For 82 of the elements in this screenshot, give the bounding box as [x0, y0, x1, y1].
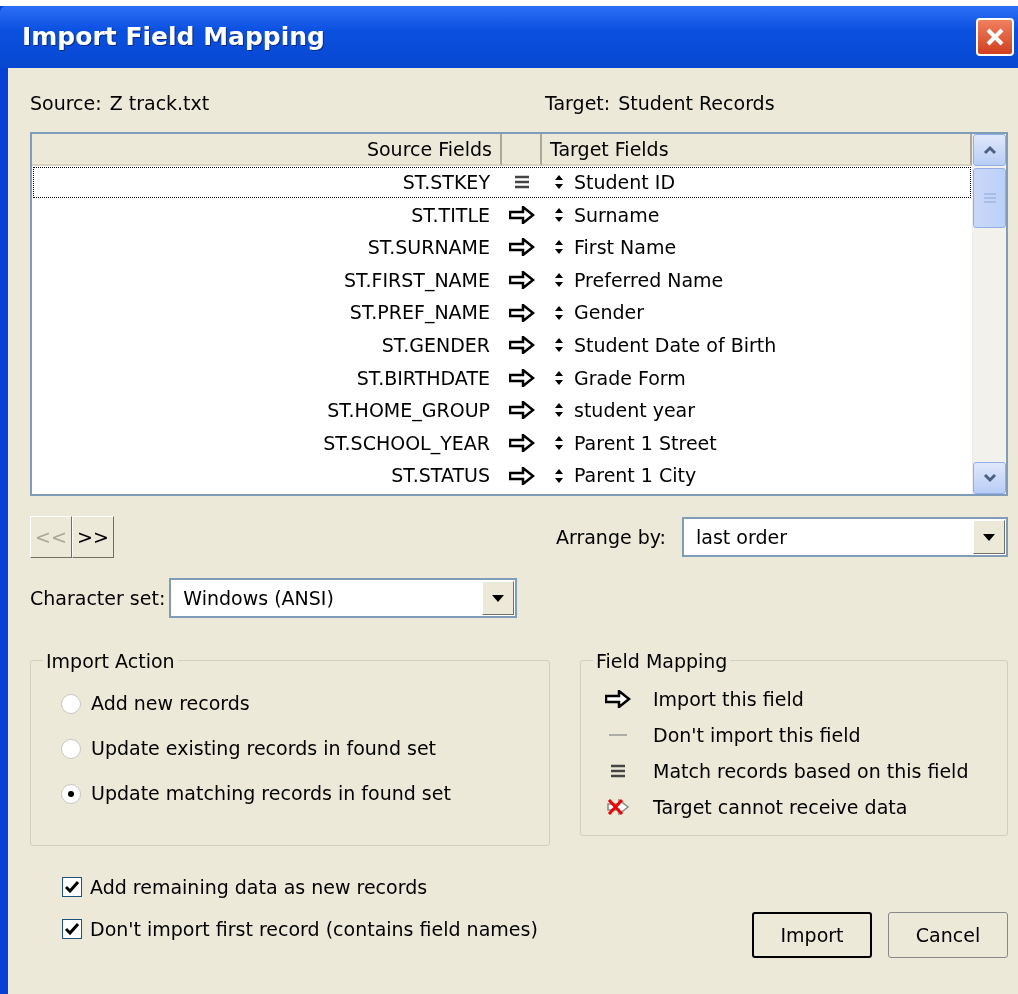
next-button[interactable]: >> [72, 516, 114, 558]
window-title: Import Field Mapping [22, 21, 325, 54]
source-field: ST.BIRTHDATE [32, 363, 502, 393]
option-label: Update matching records in found set [91, 781, 451, 807]
mapping-row[interactable]: ST.HOME_GROUP student year [32, 394, 972, 427]
reorder-handle-icon[interactable] [554, 305, 564, 320]
target-field: Student Date of Birth [574, 331, 777, 360]
source-label: Source: [30, 90, 102, 116]
arrow-icon [509, 303, 535, 322]
target-field: First Name [574, 233, 677, 262]
reorder-handle-icon[interactable] [554, 436, 564, 451]
target-field: Parent 1 Street [574, 428, 717, 458]
reorder-handle-icon[interactable] [554, 370, 564, 385]
reorder-handle-icon[interactable] [554, 240, 564, 255]
source-field: ST.PREF_NAME [32, 298, 502, 327]
legend-label: Don't import this field [653, 722, 861, 748]
scroll-down-button[interactable] [973, 462, 1006, 494]
option-label: Add new records [91, 691, 250, 717]
source-field: ST.FIRST_NAME [32, 265, 502, 295]
cancel-button[interactable]: Cancel [888, 912, 1008, 958]
mapping-row[interactable]: ST.GENDER Student Date of Birth [32, 328, 972, 362]
legend-label: Match records based on this field [653, 758, 969, 784]
arrange-by-dropdown[interactable]: last order [682, 517, 1008, 557]
checkbox-label: Add remaining data as new records [90, 874, 428, 900]
target-field: Student ID [574, 168, 676, 197]
arrow-icon [509, 368, 535, 387]
column-header[interactable]: Target Fields [542, 134, 972, 166]
arrange-by-label: Arrange by: [555, 524, 666, 550]
scrollbar[interactable] [972, 134, 1006, 494]
legend-label: Import this field [653, 686, 804, 712]
reorder-handle-icon[interactable] [554, 403, 564, 418]
scroll-up-button[interactable] [973, 134, 1006, 166]
arrow-icon [509, 271, 535, 290]
source-field: ST.STATUS [32, 461, 502, 490]
arrow-icon [509, 466, 535, 485]
target-field: Preferred Name [574, 265, 724, 295]
arrow-icon [509, 336, 535, 355]
checkbox-label: Don't import first record (contains field names) [90, 916, 538, 942]
mapping-row[interactable]: ST.SCHOOL_YEAR Parent 1 Street [32, 426, 972, 460]
reorder-handle-icon[interactable] [554, 468, 564, 483]
arrow-icon [509, 238, 535, 257]
source-field: ST.STKEY [32, 168, 502, 197]
radio-button[interactable] [61, 738, 81, 759]
import-button[interactable]: Import [752, 912, 872, 958]
target-field: Grade Form [574, 363, 686, 393]
close-button[interactable] [976, 18, 1014, 56]
target-label: Target: [545, 90, 611, 116]
mapping-row[interactable]: ST.TITLE Surname [32, 198, 972, 232]
reorder-handle-icon[interactable] [554, 175, 564, 190]
character-set-label: Character set: [30, 585, 166, 611]
target-field: Surname [574, 200, 660, 230]
mapping-row[interactable]: ST.STATUS Parent 1 City [32, 459, 972, 492]
source-field: ST.SURNAME [32, 233, 502, 262]
target-field: Parent 1 City [574, 461, 697, 490]
mapping-row[interactable]: ST.FIRST_NAME Preferred Name [32, 263, 972, 297]
source-field: ST.GENDER [32, 331, 502, 360]
target-field: student year [574, 396, 696, 425]
arrow-icon [509, 434, 535, 453]
mapping-row[interactable]: ST.PREF_NAME Gender [32, 296, 972, 329]
option-label: Update existing records in found set [91, 736, 437, 762]
reorder-handle-icon[interactable] [554, 338, 564, 353]
column-header[interactable]: Source Fields [32, 134, 502, 166]
reorder-handle-icon[interactable] [554, 207, 564, 222]
source-field: ST.HOME_GROUP [32, 396, 502, 425]
source-file: Z track.txt [109, 90, 210, 116]
scroll-thumb[interactable] [973, 168, 1006, 228]
checkbox[interactable] [62, 919, 82, 939]
arrow-icon [509, 205, 535, 224]
mapping-row[interactable]: ST.SURNAME First Name [32, 231, 972, 264]
radio-button[interactable] [61, 693, 81, 714]
arrow-icon [509, 401, 535, 420]
target-table: Student Records [618, 88, 775, 118]
mapping-row[interactable]: ST.BIRTHDATE Grade Form [32, 361, 972, 395]
reorder-handle-icon[interactable] [554, 273, 564, 288]
source-field: ST.TITLE [32, 200, 502, 230]
source-field: ST.SCHOOL_YEAR [32, 428, 502, 458]
legend-label: Target cannot receive data [653, 794, 908, 820]
character-set-dropdown[interactable]: Windows (ANSI) [169, 578, 518, 618]
mapping-row[interactable]: ST.STKEY Student ID [32, 166, 972, 199]
checkbox[interactable] [62, 877, 82, 897]
radio-button[interactable] [61, 783, 81, 804]
target-field: Gender [574, 298, 645, 327]
